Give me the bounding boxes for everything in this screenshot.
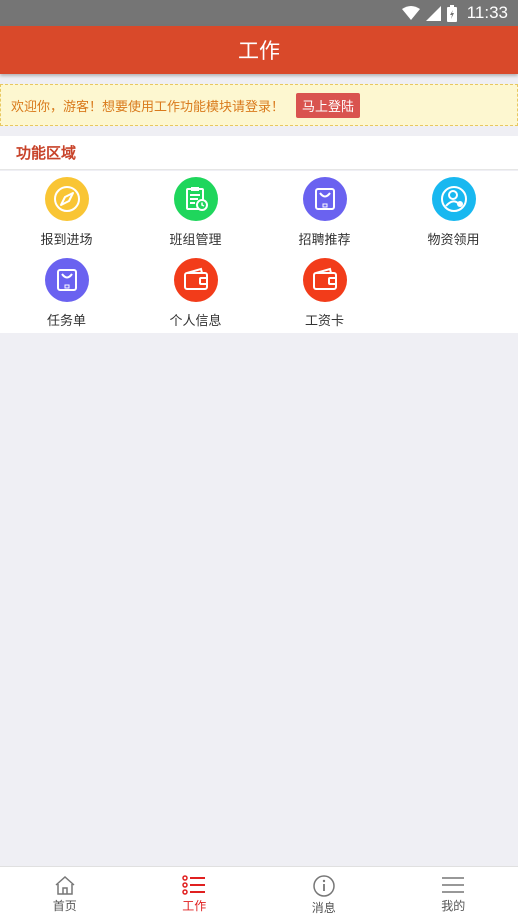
tab-mine[interactable]: 我的 — [389, 867, 518, 920]
status-time: 11:33 — [466, 3, 508, 22]
page-title: 工作 — [238, 39, 280, 63]
list-icon — [182, 875, 206, 895]
tab-label: 工作 — [182, 899, 207, 913]
notice-text: 欢迎你，游客！想要使用工作功能模块请登录！ — [11, 99, 285, 115]
function-item-supplies[interactable]: 物资领用 — [389, 171, 518, 252]
function-item-checkin[interactable]: 报到进场 — [2, 171, 131, 252]
app-header: 工作 — [0, 26, 518, 74]
tab-home[interactable]: 首页 — [0, 867, 130, 920]
function-item-profile[interactable]: 个人信息 — [131, 252, 260, 333]
section-header: 功能区域 — [0, 136, 518, 170]
status-bar: 11:33 — [0, 0, 518, 26]
tab-label: 我的 — [441, 899, 466, 913]
wallet-icon — [302, 258, 347, 302]
function-grid: 报到进场 班组管理 招聘推荐 物资领用 任务单 个人信息 工资卡 — [0, 171, 518, 333]
tab-label: 首页 — [52, 899, 77, 913]
function-label: 班组管理 — [169, 233, 222, 248]
tab-messages[interactable]: 消息 — [259, 867, 389, 920]
battery-icon — [446, 4, 457, 22]
info-icon — [313, 875, 335, 897]
function-label: 招聘推荐 — [298, 233, 351, 248]
function-item-recruit[interactable]: 招聘推荐 — [260, 171, 389, 252]
login-notice: 欢迎你，游客！想要使用工作功能模块请登录！ 马上登陆 — [0, 84, 518, 126]
signal-icon — [425, 5, 441, 21]
function-label: 物资领用 — [427, 233, 480, 248]
home-icon — [55, 875, 75, 895]
section-title: 功能区域 — [16, 144, 77, 162]
user-icon — [431, 177, 476, 221]
function-label: 报到进场 — [40, 233, 93, 248]
function-label: 工资卡 — [304, 314, 344, 329]
bag-icon — [44, 258, 89, 302]
function-label: 任务单 — [46, 314, 86, 329]
function-item-team[interactable]: 班组管理 — [131, 171, 260, 252]
menu-icon — [442, 877, 465, 893]
tab-work[interactable]: 工作 — [130, 867, 260, 920]
bottom-tab-bar: 首页 工作 消息 我的 — [0, 866, 518, 920]
function-item-tasks[interactable]: 任务单 — [2, 252, 131, 333]
wallet-icon — [173, 258, 218, 302]
login-button[interactable]: 马上登陆 — [296, 92, 361, 118]
tab-label: 消息 — [311, 901, 336, 915]
clipboard-icon — [173, 177, 218, 221]
function-item-salary-card[interactable]: 工资卡 — [260, 252, 389, 333]
function-label: 个人信息 — [169, 314, 222, 329]
compass-icon — [44, 177, 89, 221]
wifi-icon — [401, 6, 420, 20]
bag-icon — [302, 177, 347, 221]
